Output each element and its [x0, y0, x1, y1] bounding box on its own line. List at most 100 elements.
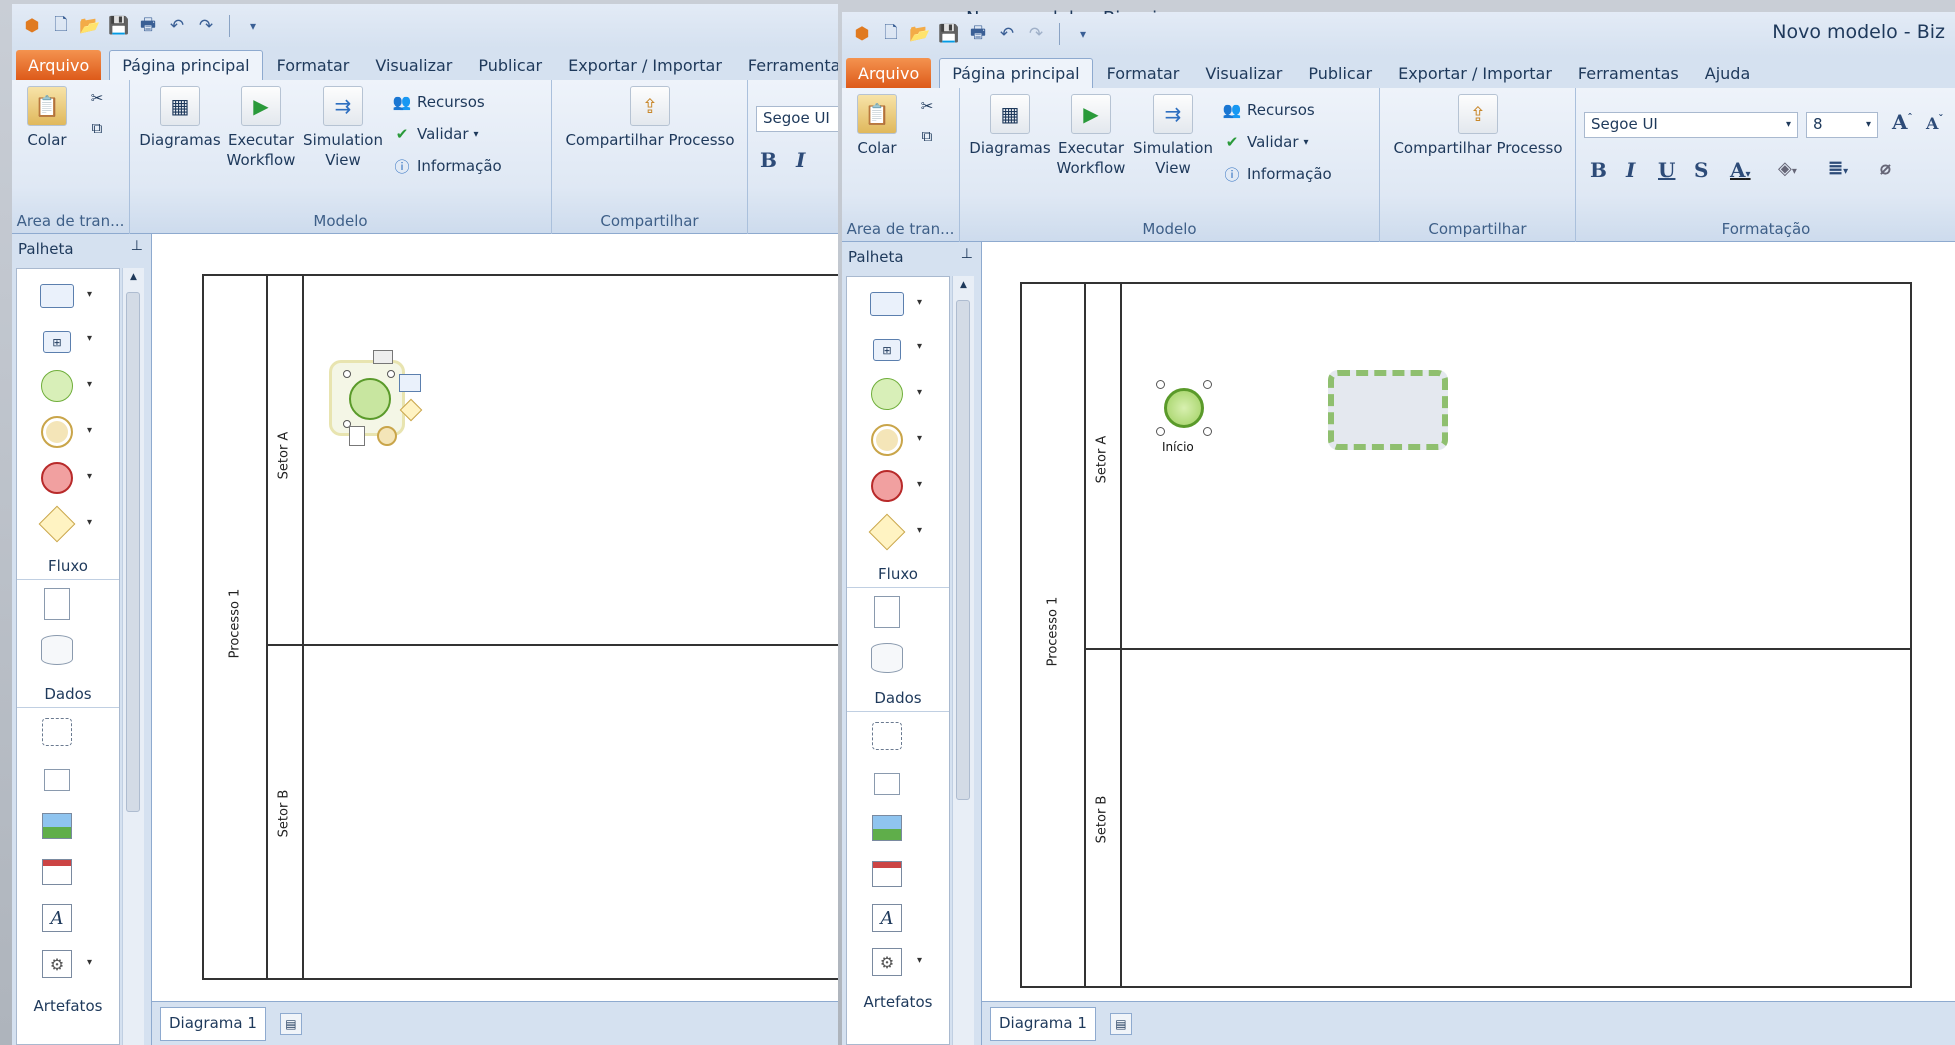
- task-dropdown-icon[interactable]: ▾: [917, 297, 922, 308]
- task-shape-icon[interactable]: [869, 287, 905, 321]
- gears-icon[interactable]: ⚙: [39, 947, 75, 981]
- tab-publicar[interactable]: Publicar: [466, 50, 554, 80]
- intermediate-event-icon[interactable]: [869, 423, 905, 457]
- subprocess-dropdown-icon[interactable]: ▾: [917, 341, 922, 352]
- subprocess-shape-icon[interactable]: ⊞: [869, 333, 905, 367]
- gateway-dropdown-icon[interactable]: ▾: [917, 525, 922, 536]
- tab-formatar[interactable]: Formatar: [1095, 58, 1192, 88]
- palette-scroll-thumb[interactable]: [956, 300, 970, 800]
- diagramas-button[interactable]: ▦ Diagramas: [138, 86, 222, 150]
- simulation-view-button[interactable]: ⇉ Simulation View: [302, 86, 384, 170]
- start-event-inicio[interactable]: [1156, 380, 1212, 436]
- informacao-button[interactable]: ⓘ Informação: [392, 156, 501, 176]
- image-artifact-icon[interactable]: [39, 809, 75, 843]
- start-event-dropdown-icon[interactable]: ▾: [917, 387, 922, 398]
- gears-icon[interactable]: ⚙: [869, 945, 905, 979]
- tab-arquivo[interactable]: Arquivo: [846, 58, 932, 88]
- redo-icon[interactable]: ↷: [1024, 22, 1048, 46]
- underline-icon[interactable]: U: [1658, 158, 1675, 182]
- diagram-tab[interactable]: Diagrama 1: [160, 1006, 266, 1041]
- font-size-select[interactable]: 8 ▾: [1806, 112, 1878, 138]
- paste-button[interactable]: 📋 Colar: [22, 86, 72, 150]
- new-icon[interactable]: 🗋: [879, 22, 903, 46]
- pool-processo-1[interactable]: Processo 1 Setor A Setor B Início: [1020, 282, 1912, 988]
- recursos-button[interactable]: 👥 Recursos: [1222, 100, 1315, 120]
- tab-exportar-importar[interactable]: Exportar / Importar: [1386, 58, 1564, 88]
- intermediate-event-dropdown-icon[interactable]: ▾: [917, 433, 922, 444]
- align-icon[interactable]: ≣▾: [1828, 158, 1848, 179]
- tab-arquivo[interactable]: Arquivo: [16, 50, 102, 80]
- data-store-icon[interactable]: [869, 641, 905, 675]
- customize-qat-icon[interactable]: ▾: [241, 14, 265, 38]
- validar-button[interactable]: ✔ Validar ▾: [392, 124, 479, 144]
- image-artifact-icon[interactable]: [869, 811, 905, 845]
- validar-button[interactable]: ✔ Validar ▾: [1222, 132, 1309, 152]
- bold-icon[interactable]: B: [760, 148, 777, 172]
- start-event-icon[interactable]: [869, 377, 905, 411]
- palette-scroll-thumb[interactable]: [126, 292, 140, 812]
- pool-processo-1[interactable]: Processo 1 Setor A Setor B: [202, 274, 838, 980]
- gears-dropdown-icon[interactable]: ▾: [917, 955, 922, 966]
- task-dropdown-icon[interactable]: ▾: [87, 289, 92, 300]
- paste-button[interactable]: 📋 Colar: [852, 94, 902, 158]
- print-icon[interactable]: 🖶: [966, 22, 990, 46]
- font-color-icon[interactable]: A▾: [1730, 158, 1751, 182]
- grow-font-icon[interactable]: Aˆ: [1892, 110, 1913, 134]
- tab-visualizar[interactable]: Visualizar: [1193, 58, 1294, 88]
- annotation-icon[interactable]: [869, 767, 905, 801]
- gears-dropdown-icon[interactable]: ▾: [87, 957, 92, 968]
- font-name-dropdown-icon[interactable]: ▾: [1786, 119, 1791, 130]
- diagram-tab[interactable]: Diagrama 1: [990, 1006, 1096, 1041]
- tab-ajuda[interactable]: Ajuda: [1693, 58, 1763, 88]
- italic-icon[interactable]: I: [1626, 158, 1635, 182]
- font-size-dropdown-icon[interactable]: ▾: [1866, 119, 1871, 130]
- validar-dropdown-icon[interactable]: ▾: [474, 129, 479, 140]
- cut-button[interactable]: ✂: [917, 96, 937, 116]
- end-event-dropdown-icon[interactable]: ▾: [917, 479, 922, 490]
- copy-button[interactable]: ⧉: [917, 126, 937, 146]
- open-icon[interactable]: 📂: [78, 14, 102, 38]
- start-event-icon[interactable]: [39, 369, 75, 403]
- cut-button[interactable]: ✂: [87, 88, 107, 108]
- tab-ferramentas[interactable]: Ferramentas: [1566, 58, 1691, 88]
- redo-icon[interactable]: ↷: [194, 14, 218, 38]
- print-icon[interactable]: 🖶: [136, 14, 160, 38]
- italic-icon[interactable]: I: [796, 148, 805, 172]
- new-icon[interactable]: 🗋: [49, 14, 73, 38]
- fill-color-icon[interactable]: ◈▾: [1778, 158, 1797, 179]
- tab-publicar[interactable]: Publicar: [1296, 58, 1384, 88]
- font-name-select[interactable]: Segoe UI ▾: [1584, 112, 1798, 138]
- start-event-dropdown-icon[interactable]: ▾: [87, 379, 92, 390]
- copy-button[interactable]: ⧉: [87, 118, 107, 138]
- tab-formatar[interactable]: Formatar: [265, 50, 362, 80]
- header-artifact-icon[interactable]: [869, 857, 905, 891]
- executar-workflow-button[interactable]: ▶ Executar Workflow: [1054, 94, 1128, 178]
- group-artifact-icon[interactable]: [869, 719, 905, 753]
- executar-workflow-button[interactable]: ▶ Executar Workflow: [224, 86, 298, 170]
- text-artifact-icon[interactable]: A: [39, 901, 75, 935]
- gateway-icon[interactable]: [868, 513, 906, 551]
- tab-ferramentas[interactable]: Ferramentas: [736, 50, 838, 80]
- simulation-view-button[interactable]: ⇉ Simulation View: [1132, 94, 1214, 178]
- tab-pagina-principal[interactable]: Página principal: [109, 50, 263, 80]
- data-object-icon[interactable]: [39, 587, 75, 621]
- customize-qat-icon[interactable]: ▾: [1071, 22, 1095, 46]
- shrink-font-icon[interactable]: Aˇ: [1926, 114, 1943, 133]
- tab-exportar-importar[interactable]: Exportar / Importar: [556, 50, 734, 80]
- validar-dropdown-icon[interactable]: ▾: [1304, 137, 1309, 148]
- strikethrough-icon[interactable]: S: [1694, 158, 1708, 182]
- compartilhar-processo-button[interactable]: ⇪ Compartilhar Processo: [556, 86, 744, 150]
- data-object-icon[interactable]: [869, 595, 905, 629]
- informacao-button[interactable]: ⓘ Informação: [1222, 164, 1331, 184]
- new-diagram-tab-icon[interactable]: ▤: [1109, 1012, 1132, 1035]
- tab-pagina-principal[interactable]: Página principal: [939, 58, 1093, 88]
- end-event-icon[interactable]: [869, 469, 905, 503]
- intermediate-event-icon[interactable]: [39, 415, 75, 449]
- tab-visualizar[interactable]: Visualizar: [363, 50, 464, 80]
- end-event-icon[interactable]: [39, 461, 75, 495]
- clear-format-icon[interactable]: ⌀: [1880, 158, 1891, 179]
- bold-icon[interactable]: B: [1590, 158, 1607, 182]
- palette-scrollbar[interactable]: ▲: [122, 268, 144, 1045]
- end-event-dropdown-icon[interactable]: ▾: [87, 471, 92, 482]
- compartilhar-processo-button[interactable]: ⇪ Compartilhar Processo: [1384, 94, 1572, 158]
